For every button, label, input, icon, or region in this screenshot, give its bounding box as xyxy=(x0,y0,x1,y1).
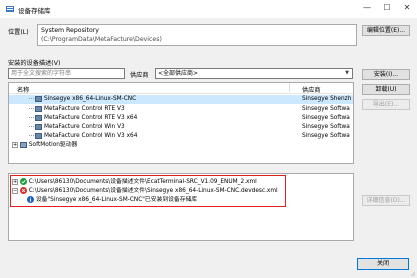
device-icon xyxy=(35,95,42,102)
edit-location-button[interactable]: 编辑位置(E)... xyxy=(362,25,410,36)
tree-row-vendor: Sinsegye Softwa xyxy=(302,133,350,139)
device-icon xyxy=(35,123,42,130)
export-button[interactable]: 导出(E)... xyxy=(362,99,410,110)
highlight-box xyxy=(10,175,286,207)
device-icon xyxy=(35,132,42,139)
vendor-select-value: <全部供应商> xyxy=(158,70,199,77)
location-value: System Repository xyxy=(41,27,99,34)
tree-row-name: MetaFacture Control Win V3 x64 xyxy=(44,133,138,139)
uninstall-button[interactable]: 卸载(U) xyxy=(362,84,410,95)
expand-icon[interactable]: + xyxy=(12,141,18,148)
device-tree[interactable]: 名称 供应商 Sinsegye x86_64-Linux-SM-CNC Sins… xyxy=(8,82,354,164)
tree-row[interactable]: MetaFacture Control RTE V3 x64 Sinsegye … xyxy=(9,114,353,123)
install-log-panel[interactable]: + C:\Users\86130\Documents\设备描述文件\EcatTe… xyxy=(8,173,354,241)
tree-row-vendor: Sinsegye Softwa xyxy=(302,106,350,112)
tree-row-name: MetaFacture Control RTE V3 x64 xyxy=(44,115,138,121)
column-divider xyxy=(289,83,290,92)
tree-row[interactable]: Sinsegye x86_64-Linux-SM-CNC Sinsegye Sh… xyxy=(9,95,353,104)
tree-row-name: Sinsegye x86_64-Linux-SM-CNC xyxy=(44,96,137,102)
tree-row-vendor: Sinsegye Softwa xyxy=(302,115,350,121)
maximize-button[interactable]: ☐ xyxy=(380,2,394,14)
tree-row-group[interactable]: + SoftMotion驱动器 xyxy=(9,141,353,150)
tree-row-name: SoftMotion驱动器 xyxy=(28,142,78,148)
resize-grip[interactable] xyxy=(409,270,415,276)
close-button[interactable]: 关闭 xyxy=(357,258,409,270)
close-window-button[interactable]: ✕ xyxy=(400,2,414,14)
location-label: 位置(L) xyxy=(8,29,29,36)
device-icon xyxy=(35,114,42,121)
tree-row[interactable]: MetaFacture Control RTE V3 Sinsegye Soft… xyxy=(9,105,353,114)
chevron-down-icon: ▼ xyxy=(345,70,349,76)
tree-row-vendor: Sinsegye Shenzh xyxy=(302,96,352,102)
tree-row-name: MetaFacture Control RTE V3 xyxy=(44,106,125,112)
details-button[interactable]: 详细信息(D)... xyxy=(362,195,410,206)
tree-row[interactable]: MetaFacture Control Win V3 Sinsegye Soft… xyxy=(9,123,353,132)
minimize-button[interactable]: — xyxy=(360,2,374,14)
window-title: 设备存储库 xyxy=(18,7,51,15)
tree-row-name: MetaFacture Control Win V3 xyxy=(44,124,125,130)
header-divider xyxy=(9,93,353,94)
tree-row[interactable]: MetaFacture Control Win V3 x64 Sinsegye … xyxy=(9,132,353,141)
search-input[interactable]: 用于全文搜索的字符串 xyxy=(8,68,125,79)
installed-descriptions-label: 安装的设备描述(V) xyxy=(8,60,61,67)
device-icon xyxy=(35,105,42,112)
location-path: (C:\ProgramData\MetaFacture\Devices) xyxy=(41,36,162,43)
location-field[interactable]: System Repository (C:\ProgramData\MetaFa… xyxy=(37,24,357,46)
title-bar: 设备存储库 — ☐ ✕ xyxy=(0,0,417,18)
vendor-label: 供应商 xyxy=(130,72,149,79)
install-button[interactable]: 安装(I)... xyxy=(362,69,410,80)
tree-row-vendor: Sinsegye Softwa xyxy=(302,124,350,130)
vendor-select[interactable]: <全部供应商> ▼ xyxy=(155,68,353,79)
repository-app-icon xyxy=(5,4,15,14)
drive-icon xyxy=(19,141,27,148)
